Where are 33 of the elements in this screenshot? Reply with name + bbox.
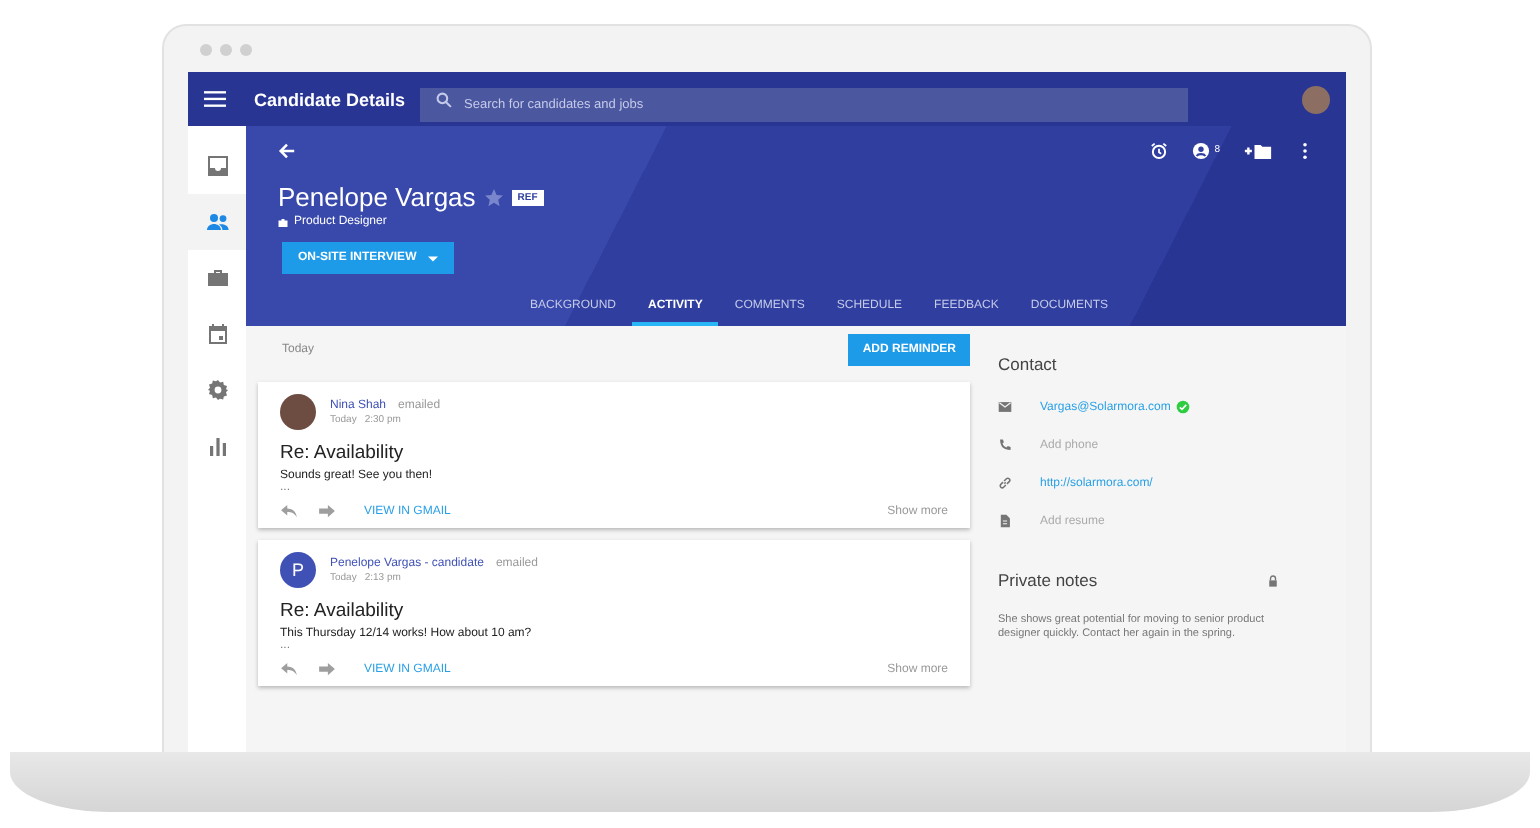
alarm-clock-icon[interactable] — [1150, 141, 1169, 159]
chart-icon — [205, 434, 229, 458]
email-subject: Re: Availability — [280, 442, 406, 464]
person-icon[interactable] — [1192, 141, 1211, 159]
star-icon[interactable] — [483, 187, 504, 207]
add-folder-icon[interactable] — [1244, 141, 1272, 159]
link-icon — [998, 476, 1012, 490]
caret-icon — [428, 255, 439, 261]
inbox-icon — [205, 154, 229, 178]
briefcase-icon — [205, 266, 229, 290]
briefcase-icon — [278, 217, 288, 227]
avatar-placeholder[interactable] — [1302, 85, 1330, 113]
reply-icon[interactable] — [280, 662, 298, 676]
section-title: Contact — [998, 354, 1059, 374]
section-title: Private notes — [998, 570, 1098, 590]
forward-icon[interactable] — [318, 504, 336, 518]
phone-icon — [998, 438, 1012, 452]
avatar-placeholder — [280, 394, 316, 430]
nav-item[interactable] — [188, 194, 246, 250]
envelope-icon — [998, 400, 1012, 414]
back-arrow-icon[interactable] — [278, 141, 296, 159]
window-title: Candidate Details — [254, 89, 408, 109]
avatar-initial: P — [280, 552, 316, 588]
search-icon — [436, 91, 452, 107]
reply-icon[interactable] — [280, 504, 298, 518]
email-subject: Re: Availability — [280, 600, 406, 622]
document-icon — [998, 514, 1012, 528]
menu-icon[interactable] — [204, 90, 226, 108]
people-icon — [205, 210, 229, 234]
settings-icon — [205, 378, 229, 402]
forward-icon[interactable] — [318, 662, 336, 676]
calendar-icon — [205, 322, 229, 346]
candidate-name: Penelope Vargas — [278, 182, 476, 212]
